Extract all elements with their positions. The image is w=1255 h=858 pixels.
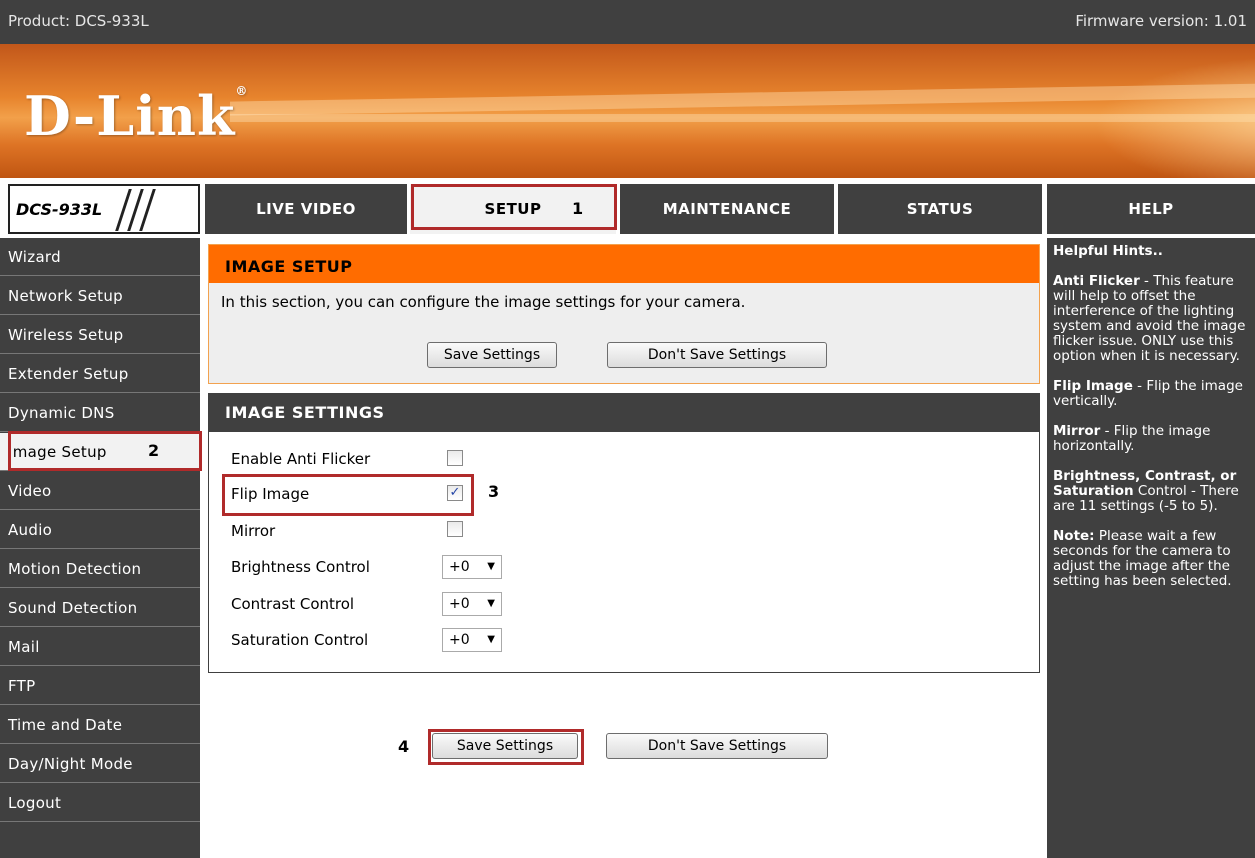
model-label: DCS-933L xyxy=(16,200,103,219)
sidebar-item-dynamic-dns[interactable]: Dynamic DNS xyxy=(0,394,200,432)
sidebar-item-wizard[interactable]: Wizard xyxy=(0,238,200,276)
dont-save-settings-button[interactable]: Don't Save Settings xyxy=(606,733,828,759)
sidebar-item-time-and-date[interactable]: Time and Date xyxy=(0,706,200,744)
step-1-marker: 1 xyxy=(572,199,584,218)
sidebar-item-logout[interactable]: Logout xyxy=(0,784,200,822)
flip-image-checkbox[interactable]: ✓ xyxy=(447,485,463,501)
image-settings-title: IMAGE SETTINGS xyxy=(209,394,1039,432)
save-settings-button-top[interactable]: Save Settings xyxy=(427,342,557,368)
tab-setup[interactable]: SETUP xyxy=(410,184,616,234)
brand-banner: D-Link® xyxy=(0,44,1255,178)
save-settings-button[interactable]: Save Settings xyxy=(432,733,578,759)
sidebar: Wizard Network Setup Wireless Setup Exte… xyxy=(0,238,200,858)
product-label: Product: DCS-933L xyxy=(8,12,149,30)
tab-maintenance[interactable]: MAINTENANCE xyxy=(620,184,834,234)
sidebar-item-day-night-mode[interactable]: Day/Night Mode xyxy=(0,745,200,783)
sidebar-item-ftp[interactable]: FTP xyxy=(0,667,200,705)
sidebar-item-image-setup[interactable]: Image Setup xyxy=(0,433,200,471)
step-4-marker: 4 xyxy=(398,737,410,756)
step-3-marker: 3 xyxy=(488,482,500,501)
top-info-bar: Product: DCS-933L Firmware version: 1.01 xyxy=(0,0,1255,44)
sidebar-item-audio[interactable]: Audio xyxy=(0,511,200,549)
hint-anti-flicker-title: Anti Flicker xyxy=(1053,273,1140,289)
chevron-down-icon: ▼ xyxy=(487,561,495,572)
mirror-label: Mirror xyxy=(231,522,276,540)
hint-flip-title: Flip Image xyxy=(1053,378,1133,394)
anti-flicker-label: Enable Anti Flicker xyxy=(231,450,371,468)
tab-help[interactable]: HELP xyxy=(1047,184,1255,234)
chevron-down-icon: ▼ xyxy=(487,598,495,609)
sidebar-item-video[interactable]: Video xyxy=(0,472,200,510)
saturation-select[interactable]: +0 ▼ xyxy=(442,628,502,652)
image-setup-description: In this section, you can configure the i… xyxy=(221,293,746,311)
firmware-label: Firmware version: 1.01 xyxy=(1075,12,1247,30)
mirror-checkbox[interactable] xyxy=(447,521,463,537)
sidebar-item-network-setup[interactable]: Network Setup xyxy=(0,277,200,315)
hints-heading: Helpful Hints.. xyxy=(1053,243,1163,259)
sidebar-item-motion-detection[interactable]: Motion Detection xyxy=(0,550,200,588)
hint-mirror-title: Mirror xyxy=(1053,423,1101,439)
hint-note-title: Note: xyxy=(1053,528,1095,544)
sidebar-item-sound-detection[interactable]: Sound Detection xyxy=(0,589,200,627)
tab-live-video[interactable]: LIVE VIDEO xyxy=(205,184,407,234)
chevron-down-icon: ▼ xyxy=(487,634,495,645)
image-setup-title: IMAGE SETUP xyxy=(209,245,1039,283)
sidebar-item-extender-setup[interactable]: Extender Setup xyxy=(0,355,200,393)
brightness-label: Brightness Control xyxy=(231,558,370,576)
contrast-select[interactable]: +0 ▼ xyxy=(442,592,502,616)
saturation-label: Saturation Control xyxy=(231,631,369,649)
brightness-select[interactable]: +0 ▼ xyxy=(442,555,502,579)
sidebar-item-mail[interactable]: Mail xyxy=(0,628,200,666)
step-2-marker: 2 xyxy=(148,441,160,460)
checkmark-icon: ✓ xyxy=(449,485,461,500)
tab-status[interactable]: STATUS xyxy=(838,184,1042,234)
helpful-hints-panel: Helpful Hints.. Anti Flicker - This feat… xyxy=(1047,238,1255,858)
contrast-label: Contrast Control xyxy=(231,595,355,613)
dont-save-settings-button-top[interactable]: Don't Save Settings xyxy=(607,342,827,368)
image-settings-panel: IMAGE SETTINGS Enable Anti Flicker Flip … xyxy=(208,393,1040,673)
dlink-logo: D-Link® xyxy=(24,84,249,148)
image-setup-panel: IMAGE SETUP In this section, you can con… xyxy=(208,244,1040,384)
sidebar-item-wireless-setup[interactable]: Wireless Setup xyxy=(0,316,200,354)
flip-image-label: Flip Image xyxy=(231,485,310,503)
anti-flicker-checkbox[interactable] xyxy=(447,450,463,466)
model-badge: DCS-933L xyxy=(8,184,200,234)
